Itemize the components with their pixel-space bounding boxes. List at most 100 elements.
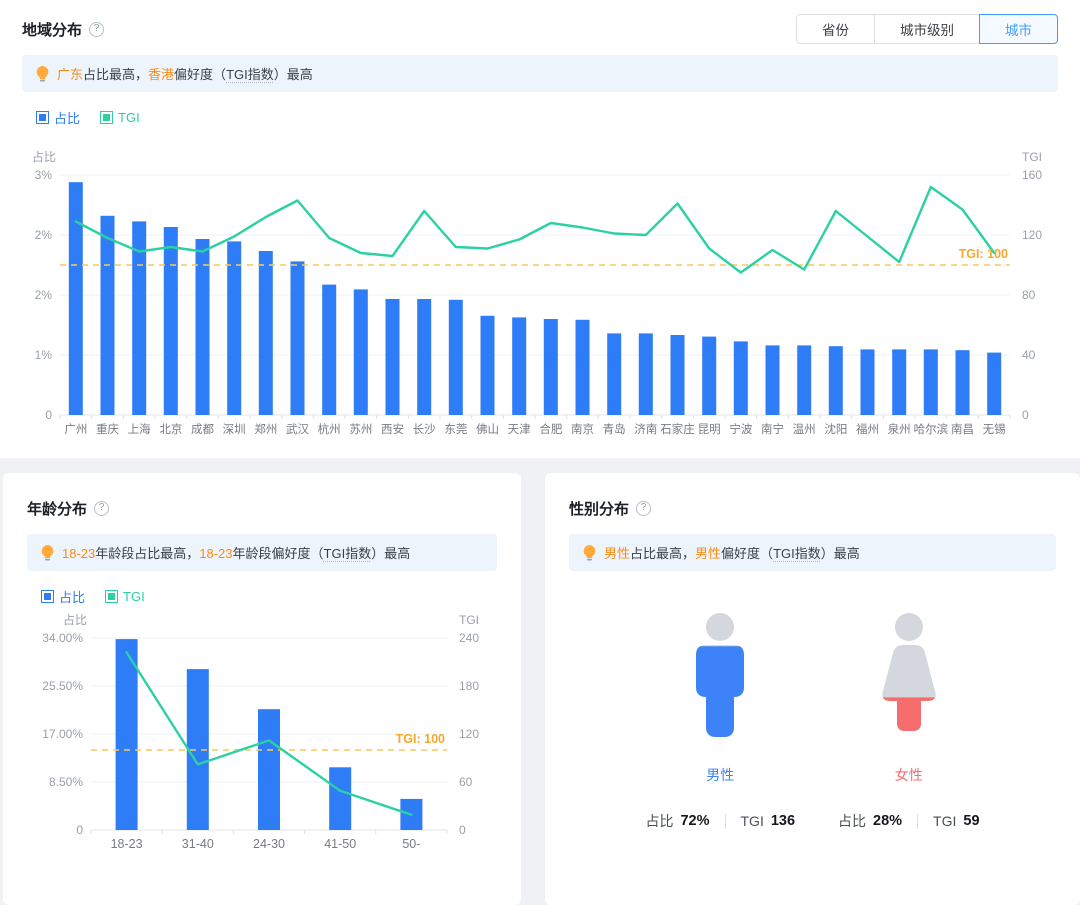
x-axis-label: 石家庄 <box>660 422 695 436</box>
divider <box>724 813 726 829</box>
x-axis-label: 温州 <box>793 422 816 436</box>
help-icon[interactable]: ? <box>94 500 110 516</box>
bar[interactable] <box>702 336 717 415</box>
bulb-icon <box>41 544 54 561</box>
bar[interactable] <box>575 319 590 415</box>
x-axis-label: 福州 <box>856 422 879 436</box>
age-card-header: 年龄分布 ? <box>27 493 497 523</box>
gender-section-title: 性别分布 <box>569 500 630 518</box>
insight-segment: TGI指数 <box>323 546 372 561</box>
help-icon[interactable]: ? <box>636 500 652 516</box>
male-stats: 占比 72% TGI 136 <box>645 811 795 831</box>
y-axis-tick-left: 8.50% <box>49 775 83 789</box>
help-icon[interactable]: ? <box>89 21 105 37</box>
y-axis-tick-right: 40 <box>1022 348 1036 362</box>
bar[interactable] <box>797 345 812 415</box>
divider <box>917 813 919 829</box>
insight-segment: ）最高 <box>820 546 860 561</box>
bar[interactable] <box>480 315 495 415</box>
bar[interactable] <box>892 349 907 415</box>
x-axis-label: 18-23 <box>111 837 143 851</box>
bar[interactable] <box>227 241 242 415</box>
bar[interactable] <box>923 349 938 415</box>
ratio-label: 占比 <box>645 813 674 829</box>
gender-insight-text: 男性占比最高，男性偏好度（TGI指数）最高 <box>604 543 860 562</box>
gender-card-header: 性别分布 ? <box>569 493 1056 523</box>
bar[interactable] <box>100 215 115 415</box>
y-axis-tick-left: 25.50% <box>42 679 83 693</box>
x-axis-label: 南宁 <box>761 422 784 436</box>
x-axis-label: 南昌 <box>951 422 974 436</box>
bar[interactable] <box>638 333 653 415</box>
x-axis-label: 南京 <box>571 422 594 436</box>
x-axis-label: 杭州 <box>318 422 341 436</box>
y-axis-tick-right: 0 <box>459 823 466 837</box>
bar[interactable] <box>385 299 400 415</box>
tab-city[interactable]: 城市 <box>979 14 1058 44</box>
y-axis-tick-left: 0 <box>45 408 52 422</box>
legend-item-tgi[interactable]: TGI <box>105 589 145 604</box>
bar[interactable] <box>512 317 527 415</box>
bar[interactable] <box>258 251 273 415</box>
bar[interactable] <box>543 319 558 415</box>
bar[interactable] <box>322 284 337 415</box>
bar[interactable] <box>448 299 463 415</box>
bar[interactable] <box>115 639 138 830</box>
bottom-row: 年龄分布 ? 18-23年龄段占比最高，18-23年龄段偏好度（TGI指数）最高… <box>0 473 1080 905</box>
y-axis-title-right: TGI <box>1022 150 1042 164</box>
tab-province[interactable]: 省份 <box>796 14 875 44</box>
y-axis-tick-left: 2% <box>35 288 53 302</box>
x-axis-label: 宁波 <box>729 422 752 436</box>
bar[interactable] <box>290 261 305 415</box>
female-tgi-value: 59 <box>963 813 980 829</box>
bar[interactable] <box>765 345 780 415</box>
age-insight-banner: 18-23年龄段占比最高，18-23年龄段偏好度（TGI指数）最高 <box>27 534 497 571</box>
bar[interactable] <box>670 335 685 415</box>
bulb-icon <box>583 544 596 561</box>
bar[interactable] <box>329 767 352 830</box>
x-axis-label: 沈阳 <box>824 422 847 436</box>
bar[interactable] <box>163 227 178 415</box>
y-axis-tick-left: 0 <box>76 823 83 837</box>
age-insight-text: 18-23年龄段占比最高，18-23年龄段偏好度（TGI指数）最高 <box>62 543 410 562</box>
bar[interactable] <box>955 350 970 415</box>
y-axis-tick-left: 2% <box>35 228 53 242</box>
x-axis-label: 西安 <box>381 422 404 436</box>
bar[interactable] <box>68 182 83 415</box>
legend-marker-ratio-icon <box>36 111 49 124</box>
insight-segment: TGI指数 <box>773 546 821 561</box>
bar[interactable] <box>828 346 843 415</box>
x-axis-label: 上海 <box>128 422 151 436</box>
y-axis-tick-right: 60 <box>459 775 473 789</box>
bar[interactable] <box>607 333 622 415</box>
x-axis-label: 昆明 <box>698 423 721 436</box>
female-label: 女性 <box>894 767 923 783</box>
legend-item-tgi[interactable]: TGI <box>100 110 140 125</box>
insight-segment: 香港 <box>148 67 175 82</box>
legend-item-ratio[interactable]: 占比 <box>36 108 80 127</box>
insight-segment: 男性 <box>695 546 722 561</box>
age-distribution-card: 年龄分布 ? 18-23年龄段占比最高，18-23年龄段偏好度（TGI指数）最高… <box>3 473 521 905</box>
x-axis-label: 重庆 <box>96 422 119 436</box>
bar[interactable] <box>733 341 748 415</box>
x-axis-label: 青岛 <box>603 422 626 436</box>
y-axis-tick-left: 34.00% <box>42 631 83 645</box>
x-axis-label: 50- <box>402 837 420 851</box>
bar[interactable] <box>353 289 368 415</box>
bar[interactable] <box>417 299 432 415</box>
tab-city-level[interactable]: 城市级别 <box>874 14 980 44</box>
bar[interactable] <box>860 349 875 415</box>
male-ratio-value: 72% <box>680 813 710 829</box>
x-axis-label: 合肥 <box>539 422 562 436</box>
female-column: 女性 占比 28% TGI 59 <box>838 611 980 831</box>
bar[interactable] <box>987 352 1002 415</box>
bar[interactable] <box>258 709 280 830</box>
region-chart-legend: 占比 TGI <box>36 108 1058 127</box>
female-icon <box>882 613 936 731</box>
female-ratio-value: 28% <box>873 813 903 829</box>
legend-item-ratio[interactable]: 占比 <box>41 587 85 606</box>
y-axis-tick-left: 17.00% <box>42 727 83 741</box>
x-axis-label: 苏州 <box>349 423 372 436</box>
region-insight-text: 广东占比最高，香港偏好度（TGI指数）最高 <box>57 64 313 83</box>
ref-line-label: TGI: 100 <box>396 732 445 746</box>
